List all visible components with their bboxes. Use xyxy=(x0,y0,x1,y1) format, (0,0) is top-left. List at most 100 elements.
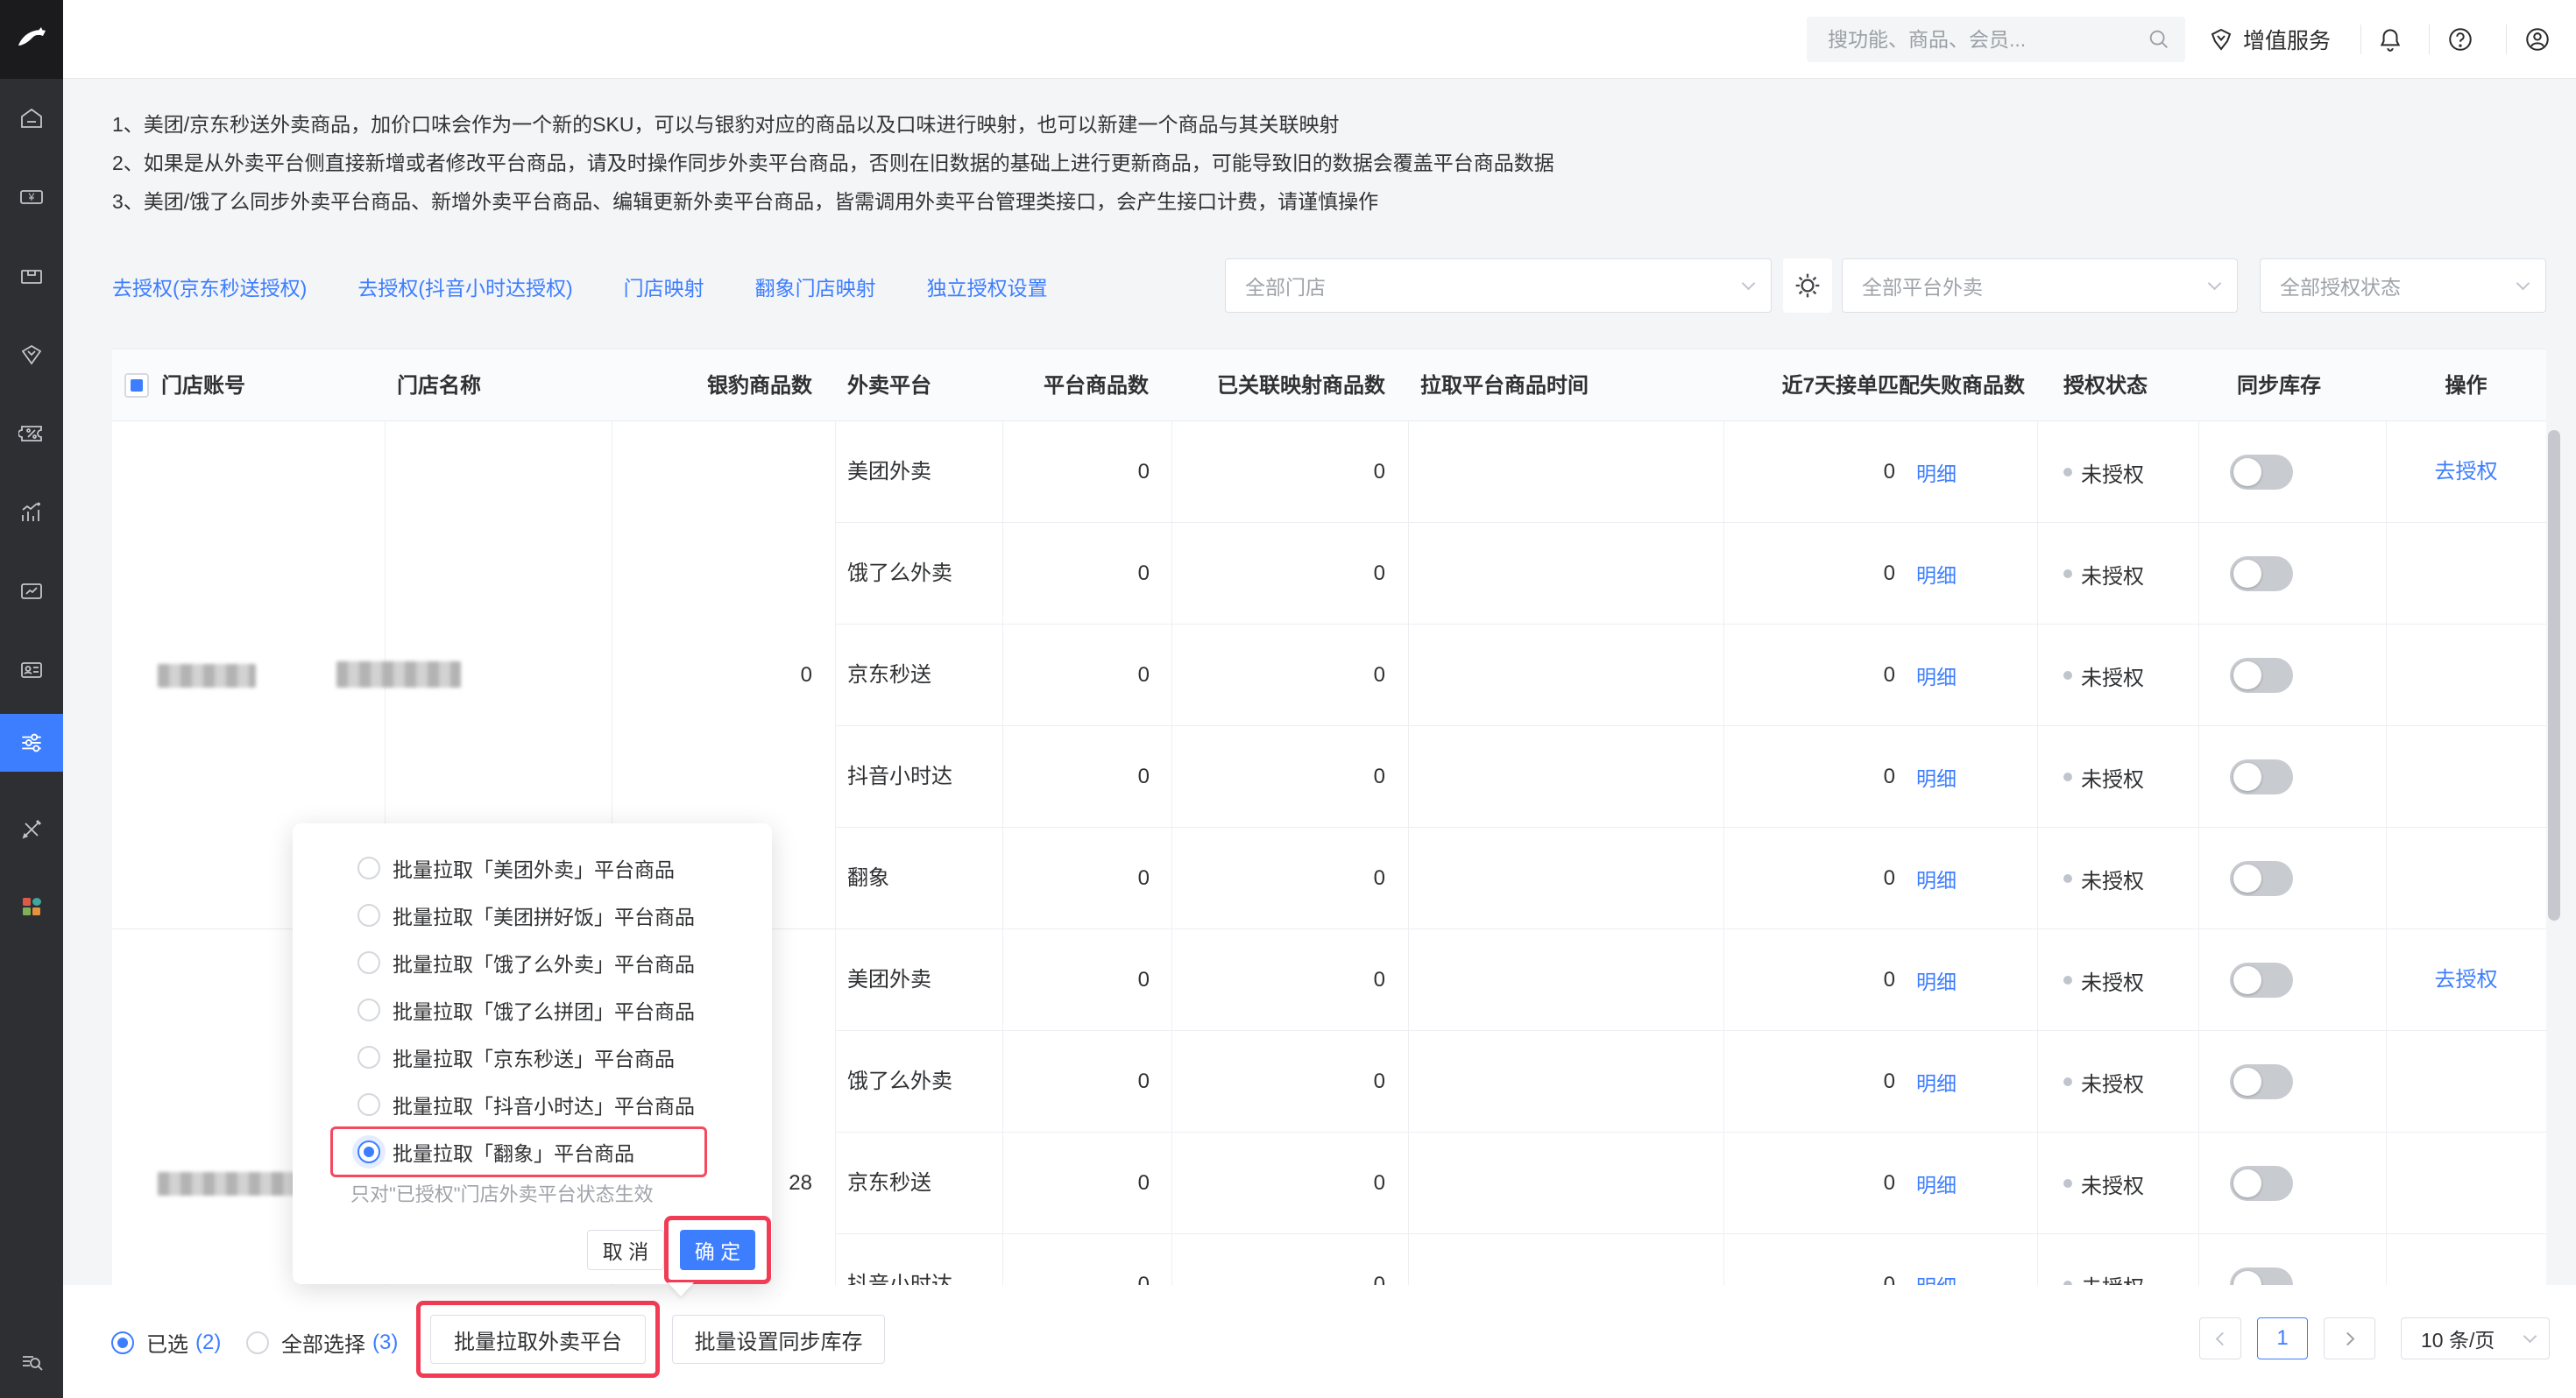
go-authorize-link[interactable] xyxy=(2386,1031,2546,1133)
go-authorize-link[interactable] xyxy=(2386,828,2546,929)
sync-stock-toggle[interactable] xyxy=(2230,1267,2293,1285)
platform-name: 美团外卖 xyxy=(847,929,931,1031)
radio-on-icon xyxy=(111,1331,134,1354)
go-authorize-link[interactable] xyxy=(2386,625,2546,726)
sidebar-item-apps[interactable] xyxy=(0,880,63,933)
platform-name: 饿了么外卖 xyxy=(847,1031,952,1133)
confirm-button[interactable]: 确 定 xyxy=(680,1230,755,1270)
pospal-logo[interactable] xyxy=(0,0,63,79)
popup-option[interactable]: 批量拉取「美团拼好饭」平台商品 xyxy=(293,892,772,939)
filter-settings-button[interactable] xyxy=(1783,258,1832,313)
radio-off-icon xyxy=(357,951,380,974)
table-scrollbar[interactable] xyxy=(2548,430,2560,921)
next-page-button[interactable] xyxy=(2324,1317,2375,1359)
prev-page-button[interactable] xyxy=(2199,1317,2241,1359)
page-number[interactable]: 1 xyxy=(2257,1317,2308,1359)
col-mapped-count: 已关联映射商品数 xyxy=(1171,350,1385,422)
popup-option[interactable]: 批量拉取「饿了么拼团」平台商品 xyxy=(293,986,772,1034)
radio-off-icon xyxy=(357,1093,380,1116)
link-independent-auth[interactable]: 独立授权设置 xyxy=(927,272,1048,301)
platform-row: 京东秒送 0 0 0明细 未授权 xyxy=(835,625,2546,726)
sidebar-item-cashier[interactable]: ¥ xyxy=(0,171,63,223)
value-added-services[interactable]: 增值服务 xyxy=(2208,0,2331,79)
sidebar-item-reports[interactable] xyxy=(0,565,63,618)
platform-row: 翻象 0 0 0明细 未授权 xyxy=(835,828,2546,929)
search-input[interactable] xyxy=(1807,28,2147,52)
sync-stock-toggle[interactable] xyxy=(2230,861,2293,896)
sidebar-item-products[interactable] xyxy=(0,250,63,302)
detail-link[interactable]: 明细 xyxy=(1916,1067,1957,1097)
popup-option-selected[interactable]: 批量拉取「翻象」平台商品 xyxy=(293,1128,772,1176)
sidebar-item-statistics[interactable] xyxy=(0,486,63,539)
popup-option[interactable]: 批量拉取「美团外卖」平台商品 xyxy=(293,844,772,892)
col-store-account: 门店账号 xyxy=(161,350,245,422)
page-size-select[interactable]: 10 条/页 xyxy=(2401,1317,2550,1359)
link-jd-auth[interactable]: 去授权(京东秒送授权) xyxy=(112,272,307,301)
sidebar-item-home[interactable] xyxy=(0,92,63,145)
notifications-button[interactable] xyxy=(2376,0,2404,79)
svg-text:¥: ¥ xyxy=(28,191,35,203)
account-menu[interactable] xyxy=(2523,0,2551,79)
detail-link[interactable]: 明细 xyxy=(1916,660,1957,690)
select-all-radio[interactable]: 全部选择 (3) xyxy=(246,1327,398,1358)
popup-option[interactable]: 批量拉取「京东秒送」平台商品 xyxy=(293,1034,772,1081)
go-authorize-link[interactable] xyxy=(2386,1234,2546,1285)
sync-stock-toggle[interactable] xyxy=(2230,455,2293,490)
batch-pull-popover: 批量拉取「美团外卖」平台商品 批量拉取「美团拼好饭」平台商品 批量拉取「饿了么外… xyxy=(293,823,772,1284)
search-icon[interactable] xyxy=(2147,27,2171,52)
radio-off-icon xyxy=(357,1046,380,1069)
detail-link[interactable]: 明细 xyxy=(1916,1169,1957,1198)
select-all-count: (3) xyxy=(372,1331,398,1355)
go-authorize-link[interactable] xyxy=(2386,726,2546,828)
batch-sync-stock-button[interactable]: 批量设置同步库存 xyxy=(672,1315,885,1364)
filter-platform-value: 全部平台外卖 xyxy=(1862,271,1983,300)
sidebar-item-promotions[interactable] xyxy=(0,407,63,460)
cancel-button[interactable]: 取 消 xyxy=(587,1230,664,1270)
platform-name: 美团外卖 xyxy=(847,421,931,523)
filter-auth-select[interactable]: 全部授权状态 xyxy=(2260,258,2546,313)
go-authorize-link[interactable] xyxy=(2386,523,2546,625)
go-authorize-link[interactable]: 去授权 xyxy=(2386,929,2546,1031)
sidebar-item-staff[interactable] xyxy=(0,644,63,696)
fail-count: 0 xyxy=(1884,765,1895,789)
go-authorize-link[interactable]: 去授权 xyxy=(2386,421,2546,523)
detail-link[interactable]: 明细 xyxy=(1916,965,1957,995)
pospal-product-count: 0 xyxy=(612,660,812,691)
popup-option[interactable]: 批量拉取「饿了么外卖」平台商品 xyxy=(293,939,772,986)
link-store-mapping[interactable]: 门店映射 xyxy=(624,272,704,301)
sync-stock-toggle[interactable] xyxy=(2230,556,2293,591)
sidebar-item-membership[interactable] xyxy=(0,328,63,381)
detail-link[interactable]: 明细 xyxy=(1916,457,1957,487)
sync-stock-toggle[interactable] xyxy=(2230,1166,2293,1201)
filter-platform-select[interactable]: 全部平台外卖 xyxy=(1842,258,2238,313)
select-all-checkbox[interactable] xyxy=(124,373,149,398)
mapped-product-count: 0 xyxy=(1171,1031,1385,1133)
sync-stock-toggle[interactable] xyxy=(2230,1064,2293,1099)
sync-stock-toggle[interactable] xyxy=(2230,658,2293,693)
detail-link[interactable]: 明细 xyxy=(1916,762,1957,792)
filter-store-select[interactable]: 全部门店 xyxy=(1225,258,1772,313)
auth-status: 未授权 xyxy=(2063,523,2144,625)
help-button[interactable] xyxy=(2446,0,2474,79)
link-fanxiang-store-mapping[interactable]: 翻象门店映射 xyxy=(755,272,876,301)
selected-radio[interactable]: 已选 (2) xyxy=(111,1327,221,1358)
detail-link[interactable]: 明细 xyxy=(1916,864,1957,893)
sync-stock-toggle[interactable] xyxy=(2230,759,2293,794)
detail-link[interactable]: 明细 xyxy=(1916,559,1957,589)
popup-option[interactable]: 批量拉取「抖音小时达」平台商品 xyxy=(293,1081,772,1128)
go-authorize-link[interactable] xyxy=(2386,1133,2546,1234)
fail-count: 0 xyxy=(1884,866,1895,891)
radio-on-icon xyxy=(357,1140,380,1163)
sidebar-item-tools[interactable] xyxy=(0,803,63,856)
status-dot xyxy=(2063,1179,2072,1188)
detail-link[interactable]: 明细 xyxy=(1916,1270,1957,1285)
gear-icon xyxy=(1794,272,1822,300)
coupon-icon xyxy=(18,420,45,447)
sync-stock-toggle[interactable] xyxy=(2230,963,2293,998)
global-search[interactable] xyxy=(1807,17,2185,62)
sidebar-item-settings-active[interactable] xyxy=(0,714,63,772)
filter-auth-value: 全部授权状态 xyxy=(2280,271,2401,300)
link-douyin-auth[interactable]: 去授权(抖音小时达授权) xyxy=(357,272,572,301)
batch-pull-button[interactable]: 批量拉取外卖平台 xyxy=(430,1315,646,1364)
sidebar-search-toggle[interactable] xyxy=(0,1335,63,1387)
